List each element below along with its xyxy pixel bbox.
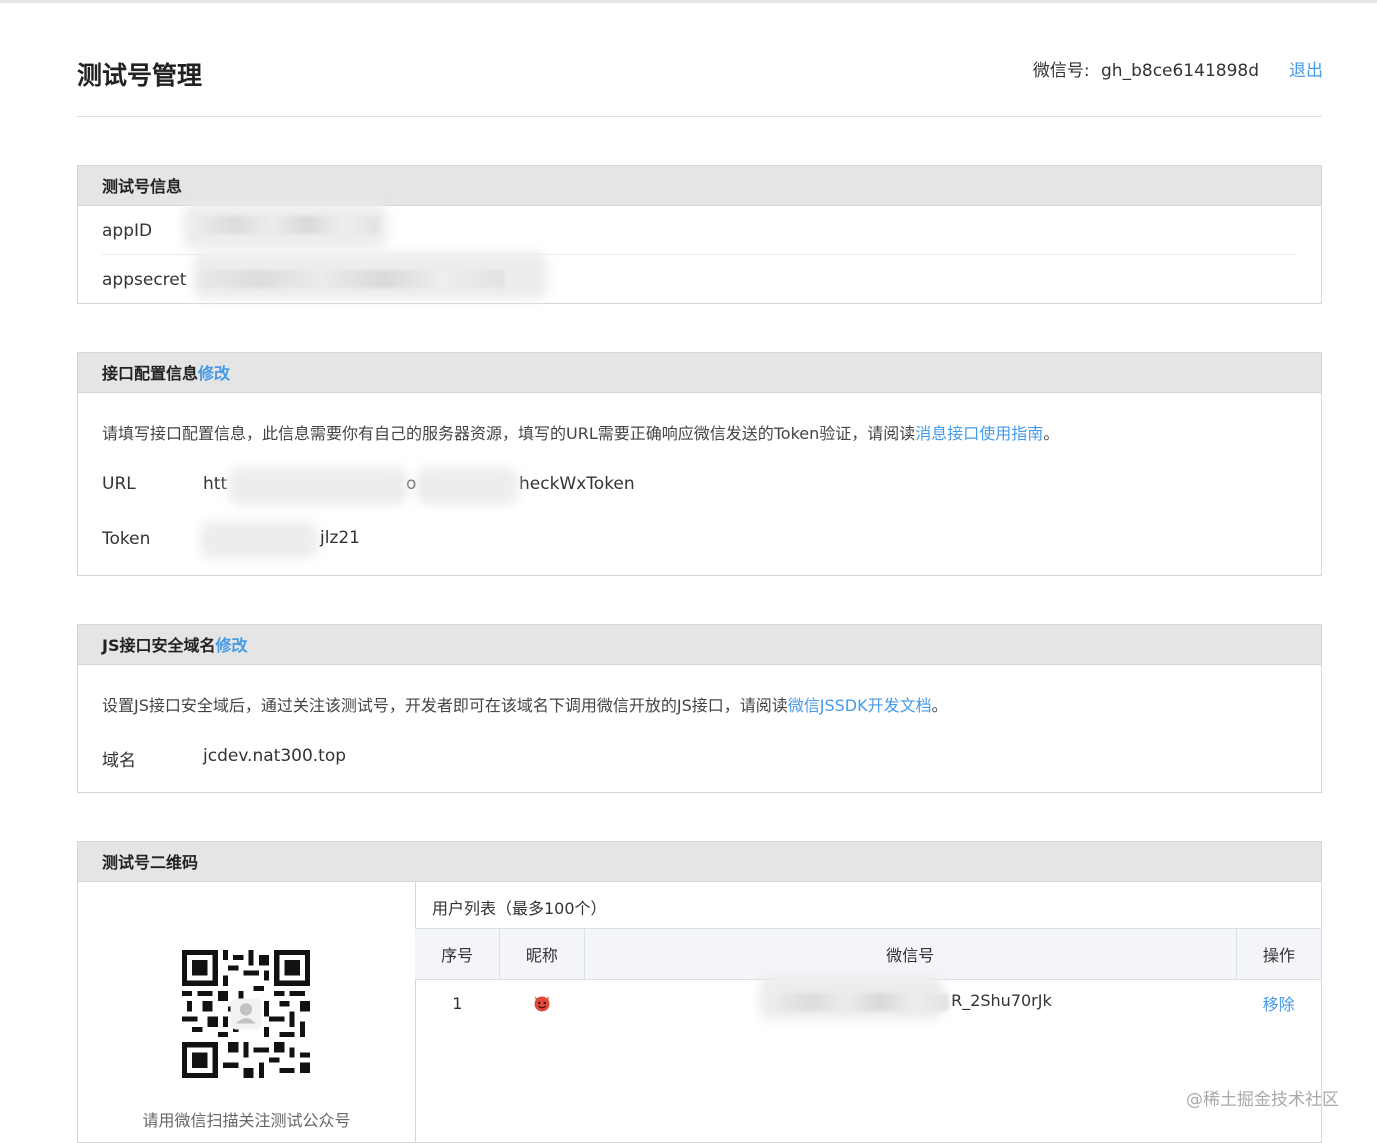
appid-label: appID bbox=[102, 221, 153, 241]
domain-value: jcdev.nat300.top bbox=[203, 746, 347, 766]
wechat-id-redacted bbox=[777, 993, 950, 1011]
devil-face-icon bbox=[534, 996, 550, 1012]
message-api-guide-link[interactable]: 消息接口使用指南 bbox=[915, 424, 1043, 443]
remove-user-link[interactable]: 移除 bbox=[1263, 995, 1295, 1014]
appsecret-redacted-value bbox=[199, 270, 505, 288]
url-value: htt bbox=[203, 474, 227, 494]
test-account-info-panel: 测试号信息 appID appsecret bbox=[77, 165, 1322, 304]
column-header-wechat-id: 微信号 bbox=[584, 928, 1237, 980]
domain-label: 域名 bbox=[102, 751, 136, 771]
account-info: 微信号: gh_b8ce6141898d bbox=[1033, 56, 1259, 81]
description-suffix: 。 bbox=[931, 696, 948, 715]
interface-config-description: 请填写接口配置信息，此信息需要你有自己的服务器资源，填写的URL需要正确响应微信… bbox=[102, 420, 1059, 444]
js-domain-panel: JS接口安全域名修改 设置JS接口安全域后，通过关注该测试号，开发者即可在该域名… bbox=[77, 624, 1322, 793]
url-value-start: htt bbox=[203, 474, 228, 494]
column-header-index: 序号 bbox=[415, 928, 501, 980]
account-value: gh_b8ce6141898d bbox=[1101, 61, 1259, 81]
url-redacted-2 bbox=[416, 467, 518, 505]
token-label: Token bbox=[102, 529, 151, 549]
row-nickname bbox=[500, 980, 584, 1027]
panel-title: 测试号信息 bbox=[78, 166, 1321, 206]
panel-title-text: 接口配置信息 bbox=[102, 364, 199, 383]
account-label: 微信号: bbox=[1032, 61, 1090, 81]
user-table: 序号 昵称 微信号 操作 1 R_2Shu70rJk 移除 bbox=[415, 928, 1321, 1026]
row-action: 移除 bbox=[1236, 980, 1321, 1027]
watermark: @稀土掘金技术社区 bbox=[1186, 1090, 1339, 1110]
panel-title: 接口配置信息修改 bbox=[78, 353, 1321, 393]
token-redacted bbox=[200, 521, 318, 559]
qrcode-column: 请用微信扫描关注测试公众号 bbox=[78, 882, 416, 1142]
appsecret-label: appsecret bbox=[102, 270, 187, 290]
panel-title: 测试号二维码 bbox=[78, 842, 1321, 882]
js-domain-description: 设置JS接口安全域后，通过关注该测试号，开发者即可在该域名下调用微信开放的JS接… bbox=[102, 692, 948, 716]
top-border bbox=[0, 0, 1377, 3]
description-text: 设置JS接口安全域后，通过关注该测试号，开发者即可在该域名下调用微信开放的JS接… bbox=[102, 696, 788, 715]
qrcode-panel: 测试号二维码 请用微信扫描关注测试公众号 用户列表（最多100个） 序号 昵称 … bbox=[77, 841, 1322, 1143]
user-list-title: 用户列表（最多100个） bbox=[432, 899, 607, 918]
column-header-action: 操作 bbox=[1236, 928, 1321, 980]
panel-title-text: JS接口安全域名 bbox=[102, 636, 216, 655]
table-row: 1 R_2Shu70rJk 移除 bbox=[415, 976, 1321, 1027]
description-text: 请填写接口配置信息，此信息需要你有自己的服务器资源，填写的URL需要正确响应微信… bbox=[102, 424, 916, 443]
interface-config-panel: 接口配置信息修改 请填写接口配置信息，此信息需要你有自己的服务器资源，填写的UR… bbox=[77, 352, 1322, 576]
appid-redacted-value bbox=[199, 216, 379, 234]
row-index: 1 bbox=[452, 993, 463, 1013]
qrcode-caption: 请用微信扫描关注测试公众号 bbox=[142, 1111, 351, 1130]
row-wechat-id: R_2Shu70rJk bbox=[584, 976, 1236, 1027]
url-redacted-1 bbox=[228, 467, 408, 505]
table-header-row: 序号 昵称 微信号 操作 bbox=[415, 928, 1321, 980]
edit-interface-config-link[interactable]: 修改 bbox=[198, 364, 230, 383]
edit-js-domain-link[interactable]: 修改 bbox=[215, 636, 247, 655]
page-title: 测试号管理 bbox=[77, 61, 203, 90]
url-value-end: heckWxToken bbox=[519, 474, 635, 494]
header-divider bbox=[77, 116, 1322, 117]
description-suffix: 。 bbox=[1043, 424, 1060, 443]
jssdk-doc-link[interactable]: 微信JSSDK开发文档 bbox=[788, 696, 932, 715]
token-value-end: jlz21 bbox=[320, 528, 361, 548]
wechat-id-suffix: R_2Shu70rJk bbox=[951, 991, 1052, 1010]
panel-title: JS接口安全域名修改 bbox=[78, 625, 1321, 665]
url-label: URL bbox=[102, 474, 136, 494]
logout-link[interactable]: 退出 bbox=[1289, 56, 1323, 81]
qrcode-image bbox=[182, 950, 310, 1078]
column-header-nickname: 昵称 bbox=[499, 928, 585, 980]
